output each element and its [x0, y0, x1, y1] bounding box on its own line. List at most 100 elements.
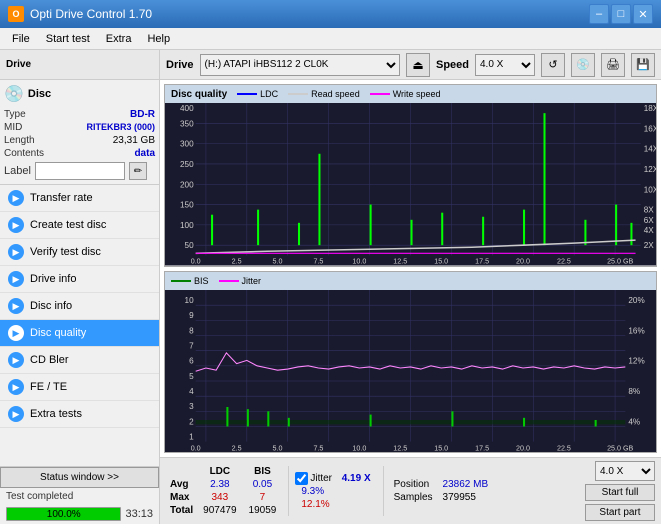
- menu-extra[interactable]: Extra: [98, 28, 140, 49]
- svg-text:25.0 GB: 25.0 GB: [607, 257, 633, 265]
- max-jitter: 12.1%: [295, 498, 335, 511]
- svg-text:10X: 10X: [644, 185, 656, 194]
- svg-text:22.5: 22.5: [557, 443, 571, 452]
- svg-text:15.0: 15.0: [434, 443, 448, 452]
- svg-text:7: 7: [189, 340, 194, 350]
- label-input[interactable]: [35, 162, 125, 180]
- svg-text:16X: 16X: [644, 124, 656, 133]
- charts-area: Disc quality LDC Read speed Write speed: [160, 80, 661, 457]
- verify-test-disc-icon: ▶: [8, 244, 24, 260]
- svg-text:2: 2: [189, 416, 194, 426]
- nav-item-disc-info[interactable]: ▶ Disc info: [0, 293, 159, 320]
- chart1-title-bar: Disc quality LDC Read speed Write speed: [165, 85, 656, 103]
- contents-value: data: [134, 148, 155, 159]
- disc-icon: 💿: [4, 84, 24, 104]
- menu-help[interactable]: Help: [139, 28, 178, 49]
- time-display: 33:13: [125, 508, 153, 520]
- svg-text:17.5: 17.5: [475, 443, 489, 452]
- close-button[interactable]: ✕: [633, 4, 653, 24]
- svg-text:22.5: 22.5: [557, 257, 571, 265]
- length-value: 23,31 GB: [113, 135, 155, 146]
- svg-text:8X: 8X: [644, 206, 655, 215]
- avg-bis: 0.05: [243, 478, 283, 491]
- menu-file[interactable]: File: [4, 28, 38, 49]
- avg-ldc: 2.38: [197, 478, 242, 491]
- position-value: 23862 MB: [437, 478, 495, 491]
- nav-item-fe-te[interactable]: ▶ FE / TE: [0, 374, 159, 401]
- svg-text:250: 250: [180, 160, 194, 169]
- svg-text:5.0: 5.0: [273, 257, 283, 265]
- legend2-bis: BIS: [171, 276, 209, 286]
- speed-label: Speed: [436, 59, 469, 71]
- total-ldc: 907479: [197, 504, 242, 517]
- legend1-write: Write speed: [370, 89, 441, 99]
- left-panel: Drive 💿 Disc Type BD-R MID RITEKBR3 (000…: [0, 50, 160, 524]
- svg-text:5.0: 5.0: [273, 443, 283, 452]
- status-text: Test completed: [6, 491, 73, 502]
- label-edit-button[interactable]: ✏: [129, 162, 147, 180]
- svg-text:2X: 2X: [644, 241, 655, 250]
- max-label: Max: [166, 491, 197, 504]
- svg-text:150: 150: [180, 201, 194, 210]
- contents-label: Contents: [4, 148, 44, 159]
- position-label: Position: [390, 478, 437, 491]
- svg-text:14X: 14X: [644, 145, 656, 154]
- chart1-container: Disc quality LDC Read speed Write speed: [164, 84, 657, 267]
- label-label: Label: [4, 165, 31, 177]
- position-table: Position 23862 MB Samples 379955: [390, 478, 495, 504]
- svg-text:4X: 4X: [644, 226, 655, 235]
- samples-label: Samples: [390, 491, 437, 504]
- nav-item-transfer-rate[interactable]: ▶ Transfer rate: [0, 185, 159, 212]
- total-label: Total: [166, 504, 197, 517]
- drive-select[interactable]: (H:) ATAPI iHBS112 2 CL0K: [200, 54, 400, 76]
- disc-section: 💿 Disc Type BD-R MID RITEKBR3 (000) Leng…: [0, 80, 159, 185]
- eject-button[interactable]: ⏏: [406, 53, 430, 77]
- title-bar: O Opti Drive Control 1.70 – □ ✕: [0, 0, 661, 28]
- app-icon: O: [8, 6, 24, 22]
- svg-text:0.0: 0.0: [191, 257, 201, 265]
- menu-start-test[interactable]: Start test: [38, 28, 98, 49]
- nav-item-drive-info[interactable]: ▶ Drive info: [0, 266, 159, 293]
- test-speed-select[interactable]: 4.0 X: [595, 461, 655, 481]
- maximize-button[interactable]: □: [611, 4, 631, 24]
- speed-select[interactable]: 4.0 X: [475, 54, 535, 76]
- jitter-checkbox[interactable]: [295, 472, 308, 485]
- svg-text:12.5: 12.5: [393, 443, 407, 452]
- status-section: Status window >> Test completed 100.0% 3…: [0, 466, 159, 524]
- type-label: Type: [4, 109, 26, 120]
- disc-button[interactable]: 💿: [571, 53, 595, 77]
- svg-text:200: 200: [180, 180, 194, 189]
- progress-bar: 100.0%: [6, 507, 121, 521]
- nav-item-disc-quality[interactable]: ▶ Disc quality: [0, 320, 159, 347]
- disc-info-icon: ▶: [8, 298, 24, 314]
- nav-item-create-test-disc[interactable]: ▶ Create test disc: [0, 212, 159, 239]
- save-button[interactable]: 💾: [631, 53, 655, 77]
- start-full-button[interactable]: Start full: [585, 484, 655, 501]
- legend1-read: Read speed: [288, 89, 360, 99]
- max-bis: 7: [243, 491, 283, 504]
- disc-quality-label: Disc quality: [30, 327, 86, 339]
- minimize-button[interactable]: –: [589, 4, 609, 24]
- svg-text:8%: 8%: [628, 385, 640, 395]
- nav-item-verify-test-disc[interactable]: ▶ Verify test disc: [0, 239, 159, 266]
- svg-text:7.5: 7.5: [313, 257, 323, 265]
- svg-text:5: 5: [189, 370, 194, 380]
- status-window-button[interactable]: Status window >>: [0, 467, 159, 488]
- app-title: Opti Drive Control 1.70: [30, 7, 152, 21]
- mid-label: MID: [4, 122, 22, 133]
- svg-text:0.0: 0.0: [191, 443, 201, 452]
- svg-text:8: 8: [189, 325, 194, 335]
- type-value: BD-R: [130, 109, 155, 120]
- transfer-rate-label: Transfer rate: [30, 192, 93, 204]
- nav-item-extra-tests[interactable]: ▶ Extra tests: [0, 401, 159, 428]
- create-test-disc-label: Create test disc: [30, 219, 106, 231]
- refresh-button[interactable]: ↺: [541, 53, 565, 77]
- right-panel: Drive (H:) ATAPI iHBS112 2 CL0K ⏏ Speed …: [160, 50, 661, 524]
- svg-text:15.0: 15.0: [434, 257, 448, 265]
- jitter-checkbox-label[interactable]: Jitter: [295, 472, 335, 485]
- nav-item-cd-bler[interactable]: ▶ CD Bler: [0, 347, 159, 374]
- start-part-button[interactable]: Start part: [585, 504, 655, 521]
- print-button[interactable]: 🖨: [601, 53, 625, 77]
- svg-text:9: 9: [189, 309, 194, 319]
- cd-bler-icon: ▶: [8, 352, 24, 368]
